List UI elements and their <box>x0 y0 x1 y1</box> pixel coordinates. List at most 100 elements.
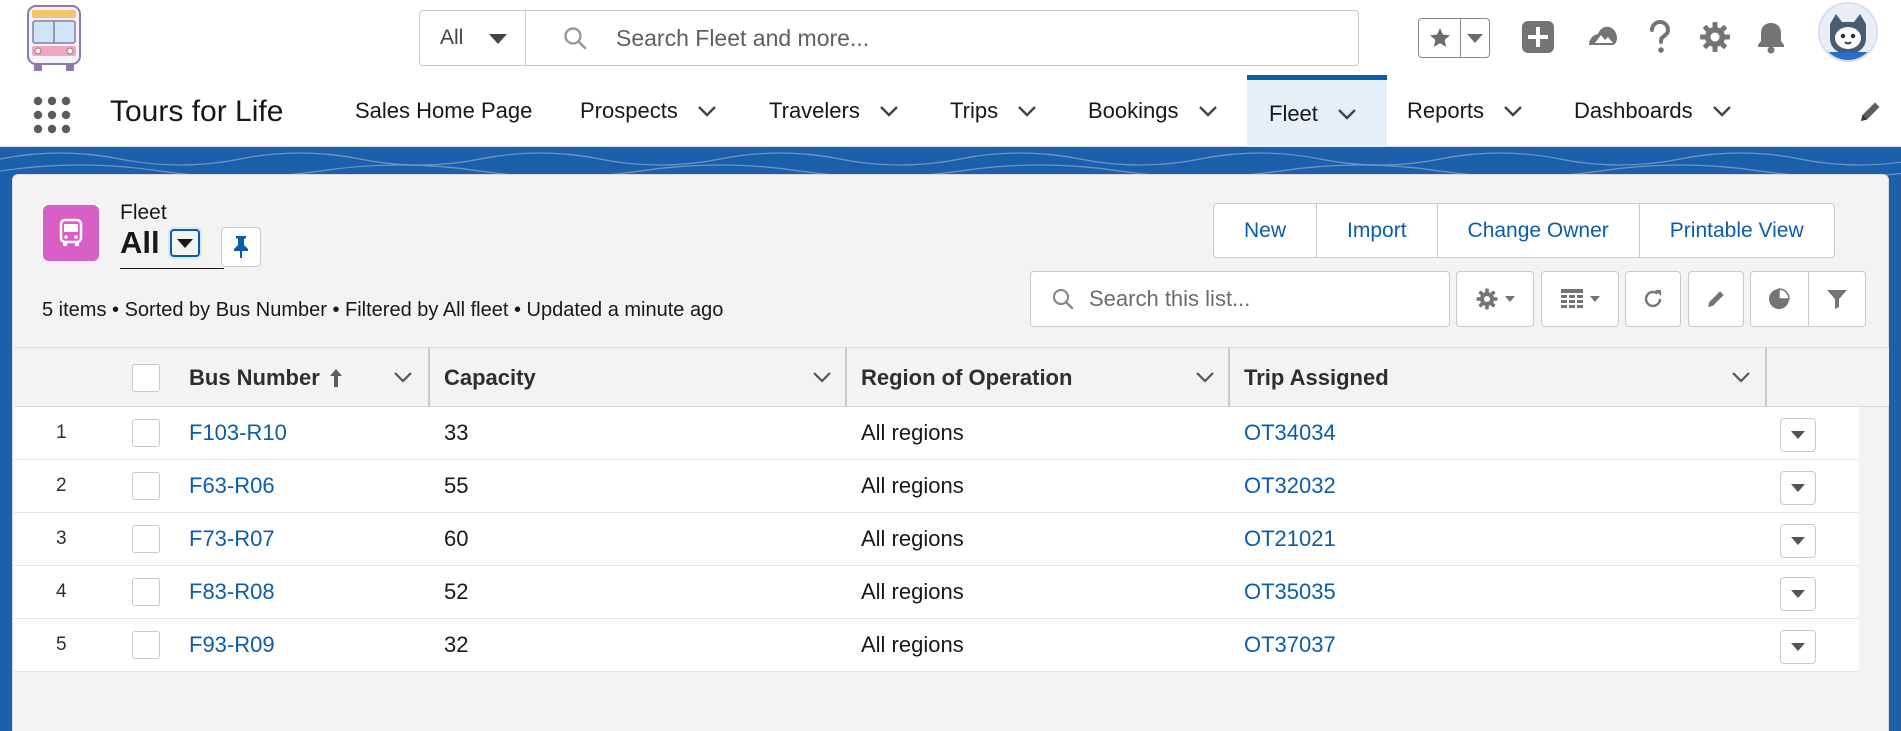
search-field[interactable] <box>526 11 1358 65</box>
chevron-down-icon[interactable] <box>1016 100 1038 122</box>
chevron-down-icon[interactable] <box>1730 366 1752 388</box>
capacity-cell: 60 <box>444 526 469 551</box>
app-navigation-bar: Tours for Life Sales Home Page Prospects… <box>0 75 1901 147</box>
setup-button[interactable] <box>1695 17 1735 57</box>
refresh-button[interactable] <box>1625 271 1681 327</box>
column-header-trip-assigned[interactable]: Trip Assigned <box>1244 348 1389 407</box>
column-divider[interactable] <box>845 348 847 407</box>
list-search-input[interactable] <box>1089 286 1429 312</box>
display-as-button[interactable] <box>1541 271 1619 327</box>
table-header-row: Bus Number Capacity Region of Operation … <box>14 347 1889 407</box>
search-scope-select[interactable]: All <box>420 11 526 65</box>
global-actions-button[interactable] <box>1518 17 1558 57</box>
chevron-down-icon[interactable] <box>392 366 414 388</box>
row-actions-button[interactable] <box>1780 630 1816 664</box>
row-checkbox[interactable] <box>132 472 160 500</box>
chevron-down-icon[interactable] <box>1711 100 1733 122</box>
show-charts-button[interactable] <box>1751 272 1809 326</box>
column-divider[interactable] <box>428 348 430 407</box>
import-button[interactable]: Import <box>1317 204 1438 257</box>
avatar[interactable] <box>1818 2 1878 62</box>
chevron-down-icon[interactable] <box>1197 100 1219 122</box>
chevron-down-icon[interactable] <box>1336 103 1358 125</box>
column-divider[interactable] <box>1765 348 1767 407</box>
nav-item-trips[interactable]: Trips <box>950 75 1038 147</box>
favorites-menu-button[interactable] <box>1461 19 1489 57</box>
pencil-icon <box>1708 291 1724 307</box>
object-label: Fleet <box>120 201 167 224</box>
chevron-down-icon <box>1791 643 1805 651</box>
printable-view-button[interactable]: Printable View <box>1640 204 1834 257</box>
chevron-down-icon[interactable] <box>1502 100 1524 122</box>
row-actions-button[interactable] <box>1780 418 1816 452</box>
edit-nav-items-button[interactable] <box>1857 99 1883 125</box>
row-checkbox[interactable] <box>132 578 160 606</box>
table-row: 1 F103-R10 33 All regions OT34034 <box>14 407 1859 460</box>
column-header-bus-number[interactable]: Bus Number <box>189 348 344 407</box>
nav-item-bookings[interactable]: Bookings <box>1088 75 1219 147</box>
setup-gear-icon <box>1700 22 1730 52</box>
chevron-down-icon[interactable] <box>811 366 833 388</box>
pin-list-view-button[interactable] <box>221 227 261 267</box>
trip-assigned-link[interactable]: OT35035 <box>1244 566 1336 618</box>
row-checkbox[interactable] <box>132 525 160 553</box>
table-row: 3 F73-R07 60 All regions OT21021 <box>14 513 1859 566</box>
change-owner-button[interactable]: Change Owner <box>1438 204 1640 257</box>
chevron-down-icon <box>1791 590 1805 598</box>
row-actions-button[interactable] <box>1780 471 1816 505</box>
favorites-button[interactable] <box>1419 19 1461 57</box>
search-input[interactable] <box>616 24 1316 52</box>
nav-item-reports[interactable]: Reports <box>1407 75 1524 147</box>
chevron-down-icon <box>176 238 193 248</box>
help-button[interactable] <box>1640 17 1680 57</box>
trip-assigned-link[interactable]: OT37037 <box>1244 619 1336 671</box>
favorites-button-group <box>1418 18 1490 58</box>
bus-number-link[interactable]: F83-R08 <box>189 566 275 618</box>
app-launcher-button[interactable] <box>32 95 72 135</box>
trailhead-button[interactable] <box>1583 17 1623 57</box>
row-actions-button[interactable] <box>1780 577 1816 611</box>
list-view-selector[interactable]: All <box>120 225 200 261</box>
inline-edit-button[interactable] <box>1688 271 1744 327</box>
global-search: All <box>419 10 1359 66</box>
bus-number-link[interactable]: F93-R09 <box>189 619 275 671</box>
chevron-down-icon[interactable] <box>696 100 718 122</box>
chevron-down-icon[interactable] <box>878 100 900 122</box>
row-checkbox[interactable] <box>132 419 160 447</box>
bus-logo-icon[interactable] <box>18 2 90 74</box>
trip-assigned-link[interactable]: OT34034 <box>1244 407 1336 459</box>
nav-item-fleet[interactable]: Fleet <box>1247 75 1387 147</box>
nav-item-travelers[interactable]: Travelers <box>769 75 900 147</box>
row-actions-button[interactable] <box>1780 524 1816 558</box>
nav-item-dashboards[interactable]: Dashboards <box>1574 75 1733 147</box>
table-row: 4 F83-R08 52 All regions OT35035 <box>14 566 1859 619</box>
nav-item-prospects[interactable]: Prospects <box>580 75 718 147</box>
list-view-dropdown-button[interactable] <box>169 229 200 257</box>
app-name: Tours for Life <box>110 95 284 128</box>
column-divider[interactable] <box>1228 348 1230 407</box>
list-search-field[interactable] <box>1030 271 1450 327</box>
bus-number-link[interactable]: F73-R07 <box>189 513 275 565</box>
chevron-down-icon <box>1590 296 1600 302</box>
nav-item-label: Reports <box>1407 98 1485 123</box>
notifications-button[interactable] <box>1751 17 1791 57</box>
list-summary: 5 items • Sorted by Bus Number • Filtere… <box>42 299 724 321</box>
nav-item-sales-home-page[interactable]: Sales Home Page <box>355 75 532 147</box>
user-avatar-icon <box>1820 4 1876 60</box>
filters-button[interactable] <box>1809 272 1866 326</box>
new-button[interactable]: New <box>1214 204 1318 257</box>
column-header-region-of-operation[interactable]: Region of Operation <box>861 348 1072 407</box>
list-view-controls-button[interactable] <box>1456 271 1534 327</box>
capacity-cell: 33 <box>444 420 469 445</box>
row-checkbox[interactable] <box>132 631 160 659</box>
bus-number-link[interactable]: F63-R06 <box>189 460 275 512</box>
bus-number-link[interactable]: F103-R10 <box>189 407 287 459</box>
column-header-label: Capacity <box>444 364 536 390</box>
trip-assigned-link[interactable]: OT21021 <box>1244 513 1336 565</box>
chevron-down-icon[interactable] <box>1194 366 1216 388</box>
column-header-capacity[interactable]: Capacity <box>444 348 536 407</box>
list-actions-button-group: New Import Change Owner Printable View <box>1213 203 1835 258</box>
select-all-checkbox[interactable] <box>132 363 160 392</box>
trip-assigned-link[interactable]: OT32032 <box>1244 460 1336 512</box>
chevron-down-icon <box>489 34 507 44</box>
